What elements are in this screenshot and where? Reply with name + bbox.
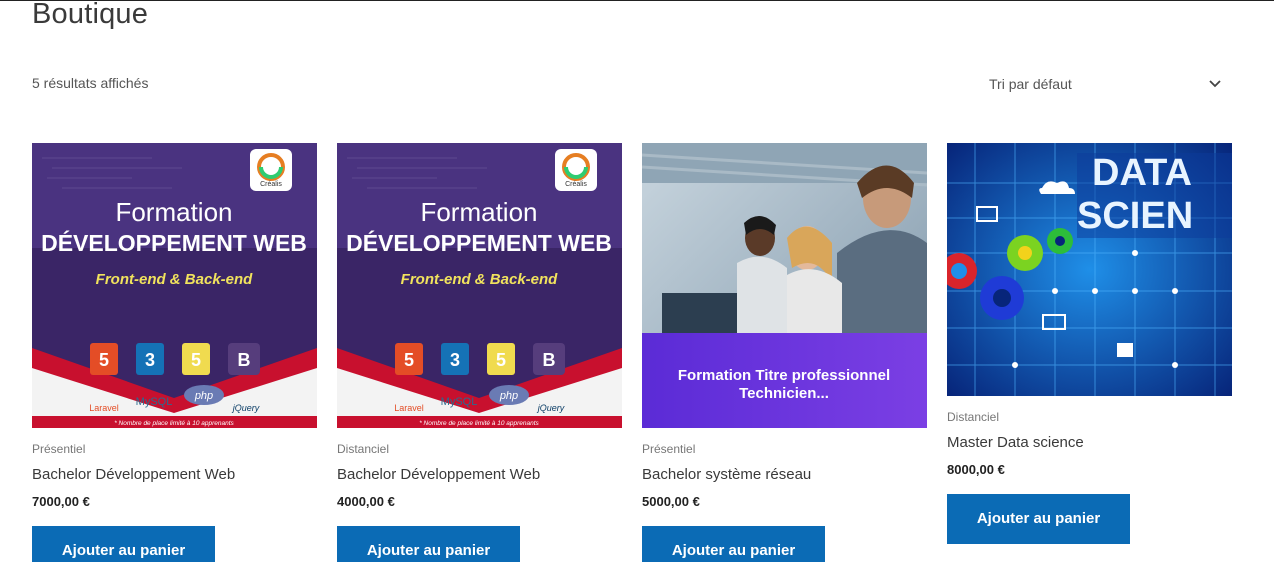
science-text: SCIEN [1077,195,1193,237]
logo-text: Créalis [260,181,282,188]
product-image-network[interactable]: Formation Titre professionnel Technicien… [642,143,927,428]
svg-text:B: B [238,350,251,370]
footnote-text: * Nombre de place limité à 10 apprenants [419,420,539,427]
product-title[interactable]: Bachelor Développement Web [32,466,317,484]
front-back-text: Front-end & Back-end [401,271,559,288]
dev-web-text: DÉVELOPPEMENT WEB [346,229,612,256]
product-price: 5000,00 € [642,494,700,509]
svg-text:B: B [543,350,556,370]
product-card: DATA SCIEN Distanciel Master Data scienc… [947,143,1232,544]
php-text: php [194,390,213,402]
product-card: Formation Titre professionnel Technicien… [642,143,927,562]
product-image-dev-web[interactable]: Créalis Formation DÉVELOPPEMENT WEB Fron… [337,143,622,428]
add-to-cart-button[interactable]: Ajouter au panier [337,526,520,562]
product-card: Créalis Formation DÉVELOPPEMENT WEB Fron… [32,143,317,562]
front-back-text: Front-end & Back-end [96,271,254,288]
result-count: 5 résultats affichés [32,75,149,91]
svg-text:5: 5 [404,350,414,370]
mysql-text: MySQL [441,396,478,408]
svg-text:5: 5 [496,350,506,370]
data-text: DATA [1092,152,1192,194]
laravel-text: Laravel [394,403,424,413]
thumb-title-line1: Formation Titre professionnel [678,367,890,384]
svg-text:5: 5 [99,350,109,370]
add-to-cart-button[interactable]: Ajouter au panier [947,494,1130,544]
footnote-text: * Nombre de place limité à 10 apprenants [114,420,234,427]
product-category: Présentiel [642,442,696,456]
product-category: Distanciel [947,410,1000,424]
laravel-text: Laravel [89,403,119,413]
page-title: Boutique [32,0,149,30]
sort-select[interactable]: Tri par défaut [979,66,1235,102]
jquery-text: jQuery [232,403,260,413]
svg-text:3: 3 [450,350,460,370]
product-price: 7000,00 € [32,494,90,509]
jquery-text: jQuery [537,403,565,413]
svg-text:5: 5 [191,350,201,370]
logo-text: Créalis [565,181,587,188]
product-title[interactable]: Bachelor Développement Web [337,466,622,484]
product-title[interactable]: Master Data science [947,434,1232,452]
product-price: 8000,00 € [947,462,1005,477]
product-image-dev-web[interactable]: Créalis Formation DÉVELOPPEMENT WEB Fron… [32,143,317,428]
mysql-text: MySQL [136,396,173,408]
product-title[interactable]: Bachelor système réseau [642,466,927,484]
add-to-cart-button[interactable]: Ajouter au panier [32,526,215,562]
top-border [0,0,1274,1]
product-category: Distanciel [337,442,390,456]
add-to-cart-button[interactable]: Ajouter au panier [642,526,825,562]
thumb-title-line2: Technicien... [739,385,829,402]
sort-selected-value: Tri par défaut [989,76,1072,92]
chevron-down-icon [1209,80,1221,88]
dev-web-text: DÉVELOPPEMENT WEB [41,229,307,256]
product-price: 4000,00 € [337,494,395,509]
product-image-data-science[interactable]: DATA SCIEN [947,143,1232,396]
formation-text: Formation [420,197,537,227]
product-card: Créalis Formation DÉVELOPPEMENT WEB Fron… [337,143,622,562]
product-category: Présentiel [32,442,86,456]
svg-text:3: 3 [145,350,155,370]
formation-text: Formation [115,197,232,227]
php-text: php [499,390,518,402]
